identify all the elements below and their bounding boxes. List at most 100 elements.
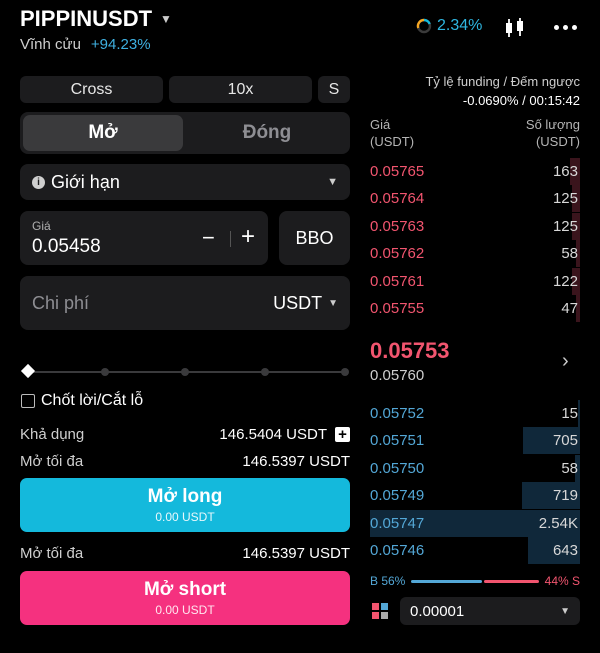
- order-type-select[interactable]: i Giới hạn ▼: [20, 164, 350, 200]
- max-open-label: Mở tối đa: [20, 545, 84, 562]
- tp-sl-checkbox[interactable]: Chốt lời/Cắt lỗ: [21, 392, 143, 410]
- chevron-right-icon[interactable]: ›: [562, 350, 569, 373]
- ratio-bar: [411, 579, 539, 583]
- orderbook-layout-icon[interactable]: [372, 603, 388, 619]
- increase-price-button[interactable]: +: [241, 223, 255, 251]
- bid-row[interactable]: 0.05746 643: [370, 537, 580, 564]
- decrease-price-button[interactable]: −: [202, 225, 215, 251]
- open-short-button[interactable]: Mở short 0.00 USDT: [20, 571, 350, 625]
- bid-price: 0.05746: [370, 542, 425, 559]
- price-header: Giá: [370, 117, 391, 132]
- tab-close-label: Đóng: [242, 122, 292, 143]
- tab-close[interactable]: Đóng: [187, 115, 347, 151]
- chevron-down-icon: ▼: [560, 605, 570, 617]
- cost-input[interactable]: Chi phí: [32, 293, 89, 314]
- precision-value: 0.00001: [410, 602, 465, 620]
- price-change: +94.23%: [90, 36, 151, 53]
- ask-row[interactable]: 0.05755 47: [370, 295, 580, 322]
- max-open-long-value: 146.5397 USDT: [242, 453, 350, 470]
- bid-row[interactable]: 0.05750 58: [370, 455, 580, 482]
- price-input-box[interactable]: Giá 0.05458 − +: [20, 211, 268, 265]
- bbo-button[interactable]: BBO: [279, 211, 350, 265]
- contract-type: Vĩnh cửu: [20, 36, 81, 53]
- last-price: 0.05753: [370, 338, 450, 363]
- available-row: Khả dụng 146.5404 USDT +: [20, 426, 350, 443]
- slider-step[interactable]: [341, 368, 349, 376]
- orderbook-qty-header: Số lượng (USDT): [480, 116, 580, 150]
- slider-handle[interactable]: [20, 363, 36, 379]
- open-long-button[interactable]: Mở long 0.00 USDT: [20, 478, 350, 532]
- cost-unit-label: USDT: [273, 292, 323, 313]
- ask-row[interactable]: 0.05763 125: [370, 213, 580, 240]
- max-open-label: Mở tối đa: [20, 453, 84, 470]
- ask-price: 0.05765: [370, 163, 425, 180]
- position-mode-button[interactable]: S: [318, 76, 350, 103]
- funding-value: -0.0690% / 00:15:42: [462, 93, 580, 108]
- ask-price: 0.05761: [370, 273, 425, 290]
- max-open-long-row: Mở tối đa 146.5397 USDT: [20, 453, 350, 470]
- bid-qty: 58: [561, 460, 578, 477]
- qty-unit: (USDT): [535, 134, 580, 149]
- ask-qty: 163: [552, 163, 578, 180]
- open-long-label: Mở long: [147, 486, 223, 507]
- buy-ratio: B 56%: [370, 574, 406, 588]
- slider-step[interactable]: [181, 368, 189, 376]
- transfer-plus-icon[interactable]: +: [335, 427, 350, 442]
- max-open-short-value: 146.5397 USDT: [242, 545, 350, 562]
- available-label: Khả dụng: [20, 426, 85, 443]
- funding-percent: 2.34%: [437, 17, 483, 34]
- position-mode-label: S: [328, 80, 340, 98]
- ask-price: 0.05755: [370, 300, 425, 317]
- slider-step[interactable]: [101, 368, 109, 376]
- funding-rate-info[interactable]: Tỷ lệ funding / Đếm ngược -0.0690% / 00:…: [380, 72, 580, 110]
- price-input[interactable]: 0.05458: [32, 236, 101, 258]
- open-short-amount: 0.00 USDT: [155, 603, 215, 617]
- cost-input-box[interactable]: Chi phí USDT ▼: [20, 276, 350, 330]
- ask-price: 0.05764: [370, 190, 425, 207]
- chevron-down-icon: ▼: [328, 297, 338, 309]
- bid-price: 0.05750: [370, 460, 425, 477]
- ask-price: 0.05763: [370, 218, 425, 235]
- bid-row[interactable]: 0.05749 719: [370, 482, 580, 509]
- ask-qty: 58: [561, 245, 578, 262]
- candlestick-chart-icon[interactable]: [503, 16, 527, 40]
- symbol-title[interactable]: PIPPINUSDT ▼: [20, 6, 172, 32]
- price-unit: (USDT): [370, 134, 415, 149]
- ask-row[interactable]: 0.05764 125: [370, 185, 580, 212]
- max-open-short-row: Mở tối đa 146.5397 USDT: [20, 545, 350, 562]
- order-type-label: Giới hạn: [51, 171, 120, 192]
- bid-qty: 15: [561, 405, 578, 422]
- bid-qty: 643: [552, 542, 578, 559]
- bid-qty: 719: [552, 487, 578, 504]
- cost-unit-select[interactable]: USDT ▼: [273, 293, 338, 314]
- more-options-icon[interactable]: [554, 25, 577, 30]
- margin-mode-button[interactable]: Cross: [20, 76, 163, 103]
- margin-mode-label: Cross: [70, 80, 113, 98]
- available-value: 146.5404 USDT: [219, 426, 327, 443]
- chevron-down-icon: ▼: [327, 176, 338, 188]
- funding-label: Tỷ lệ funding / Đếm ngược: [425, 74, 580, 89]
- ask-row[interactable]: 0.05765 163: [370, 158, 580, 185]
- ask-row[interactable]: 0.05762 58: [370, 240, 580, 267]
- funding-indicator[interactable]: 2.34%: [416, 17, 482, 35]
- bid-row[interactable]: 0.05751 705: [370, 427, 580, 454]
- bid-row[interactable]: 0.05752 15: [370, 400, 580, 427]
- ratio-bar-buy: [411, 579, 482, 583]
- ask-row[interactable]: 0.05761 122: [370, 268, 580, 295]
- open-short-label: Mở short: [143, 579, 227, 600]
- bid-price: 0.05749: [370, 487, 425, 504]
- symbol-subtitle: Vĩnh cửu +94.23%: [20, 36, 151, 53]
- bid-row[interactable]: 0.05747 2.54K: [370, 510, 580, 537]
- amount-slider[interactable]: [20, 363, 349, 379]
- ask-qty: 125: [552, 190, 578, 207]
- slider-step[interactable]: [261, 368, 269, 376]
- bid-price: 0.05747: [370, 515, 425, 532]
- precision-select[interactable]: 0.00001 ▼: [400, 597, 580, 625]
- sell-ratio: 44% S: [544, 574, 580, 588]
- bid-qty: 705: [552, 432, 578, 449]
- leverage-label: 10x: [227, 80, 254, 98]
- leverage-button[interactable]: 10x: [169, 76, 312, 103]
- price-label: Giá: [32, 219, 51, 233]
- ask-qty: 125: [552, 218, 578, 235]
- tab-open[interactable]: Mở: [23, 115, 183, 151]
